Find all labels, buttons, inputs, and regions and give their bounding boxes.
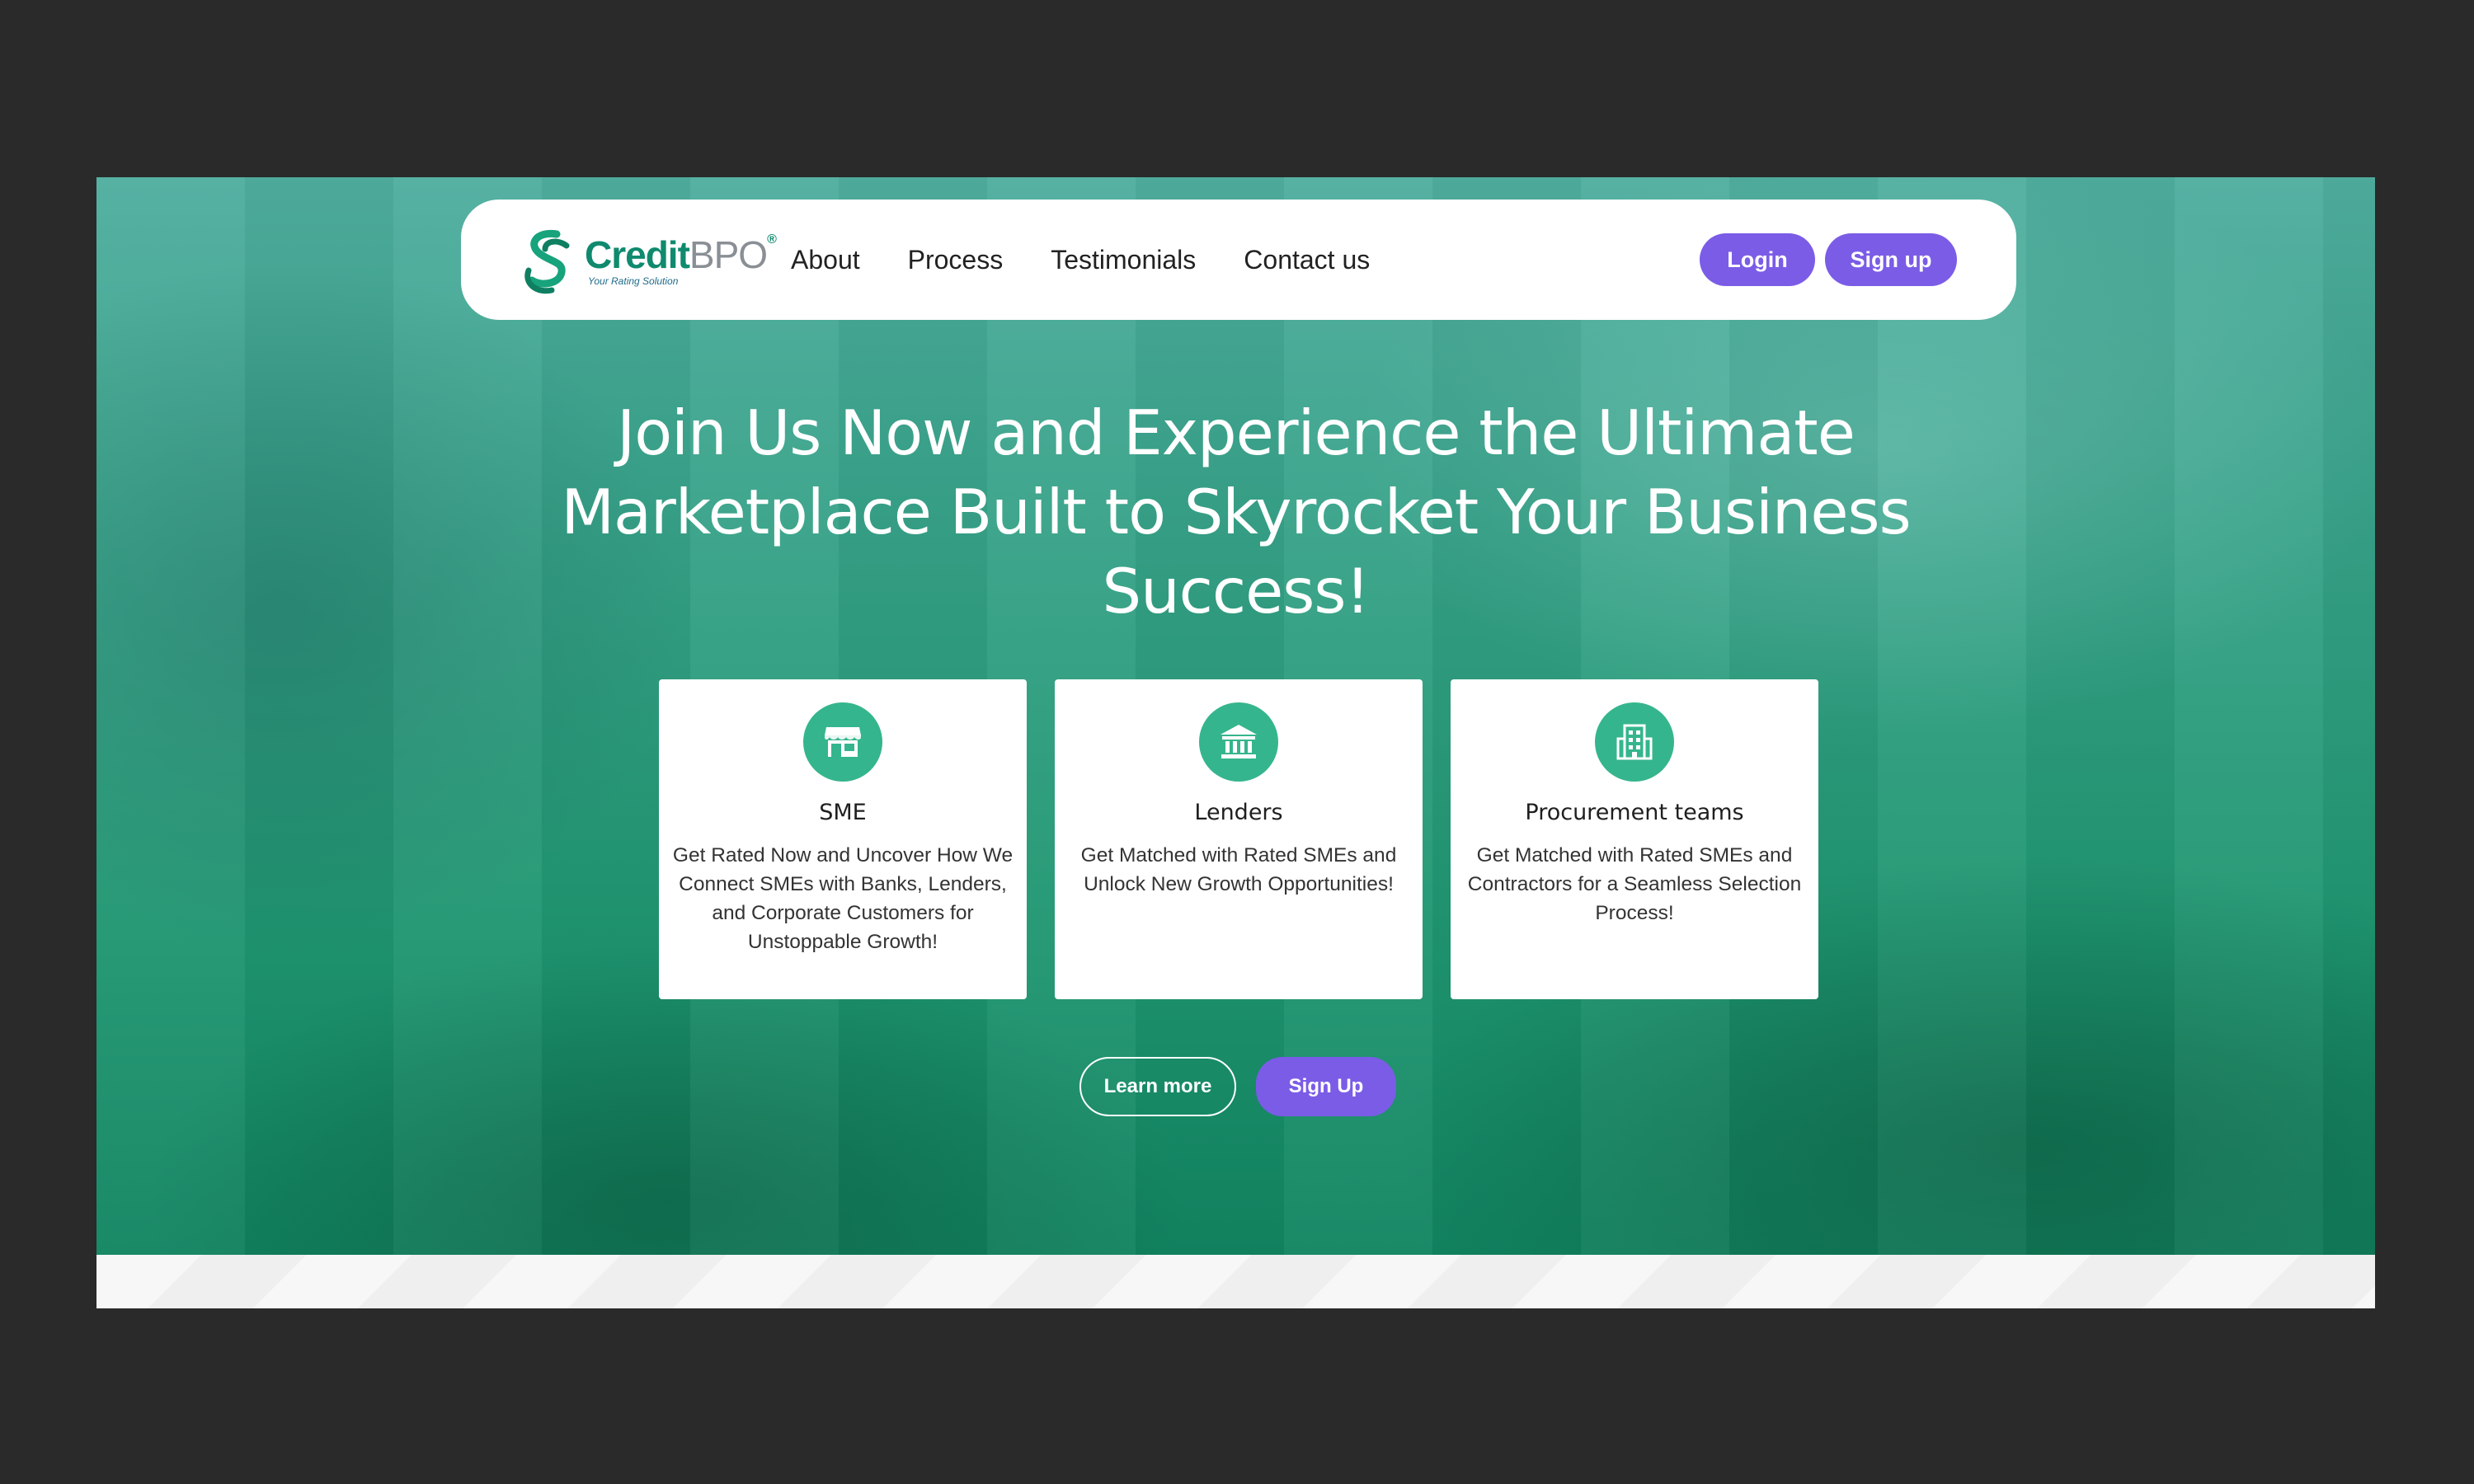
nav-links: About Process Testimonials Contact us xyxy=(791,200,1418,320)
next-section-strip xyxy=(96,1255,2375,1308)
hero-signup-button[interactable]: Sign Up xyxy=(1256,1057,1396,1116)
card-description: Get Matched with Rated SMEs and Unlock N… xyxy=(1080,844,1397,895)
hero-headline: Join Us Now and Experience the Ultimate … xyxy=(96,393,2375,631)
brand-logo[interactable]: CreditBPO® Your Rating Solution xyxy=(520,229,777,295)
brand-name: CreditBPO® xyxy=(585,232,777,277)
card-title: Procurement teams xyxy=(1525,800,1744,825)
headline-line-3: Success! xyxy=(1102,555,1371,627)
card-lenders[interactable]: Lenders Get Matched with Rated SMEs and … xyxy=(1055,679,1423,999)
card-title: SME xyxy=(819,800,867,825)
browser-viewport: CreditBPO® Your Rating Solution About Pr… xyxy=(96,177,2375,1308)
nav-link-about[interactable]: About xyxy=(791,245,860,275)
brand-name-bpo: BPO xyxy=(689,233,768,276)
navbar: CreditBPO® Your Rating Solution About Pr… xyxy=(461,200,2016,320)
card-description: Get Rated Now and Uncover How We Connect… xyxy=(672,844,1014,953)
signup-button[interactable]: Sign up xyxy=(1825,233,1957,286)
card-title: Lenders xyxy=(1194,800,1283,825)
registered-mark: ® xyxy=(767,232,777,247)
auth-buttons: Login Sign up xyxy=(1700,233,1957,286)
nav-link-process[interactable]: Process xyxy=(908,245,1004,275)
login-button[interactable]: Login xyxy=(1700,233,1815,286)
headline-line-2: Marketplace Built to Skyrocket Your Busi… xyxy=(561,476,1911,548)
nav-link-testimonials[interactable]: Testimonials xyxy=(1051,245,1196,275)
card-sme[interactable]: SME Get Rated Now and Uncover How We Con… xyxy=(659,679,1027,999)
card-procurement[interactable]: Procurement teams Get Matched with Rated… xyxy=(1451,679,1818,999)
brand-tagline: Your Rating Solution xyxy=(588,275,679,287)
brand-name-credit: Credit xyxy=(585,233,690,276)
logo-mark-icon xyxy=(524,229,570,294)
hero-section: CreditBPO® Your Rating Solution About Pr… xyxy=(96,177,2375,1255)
card-description: Get Matched with Rated SMEs and Contract… xyxy=(1467,844,1802,924)
learn-more-button[interactable]: Learn more xyxy=(1079,1057,1236,1116)
nav-link-contact[interactable]: Contact us xyxy=(1244,245,1370,275)
bank-icon xyxy=(1199,702,1278,782)
building-icon xyxy=(1595,702,1674,782)
storefront-icon xyxy=(803,702,882,782)
headline-line-1: Join Us Now and Experience the Ultimate xyxy=(617,397,1856,469)
